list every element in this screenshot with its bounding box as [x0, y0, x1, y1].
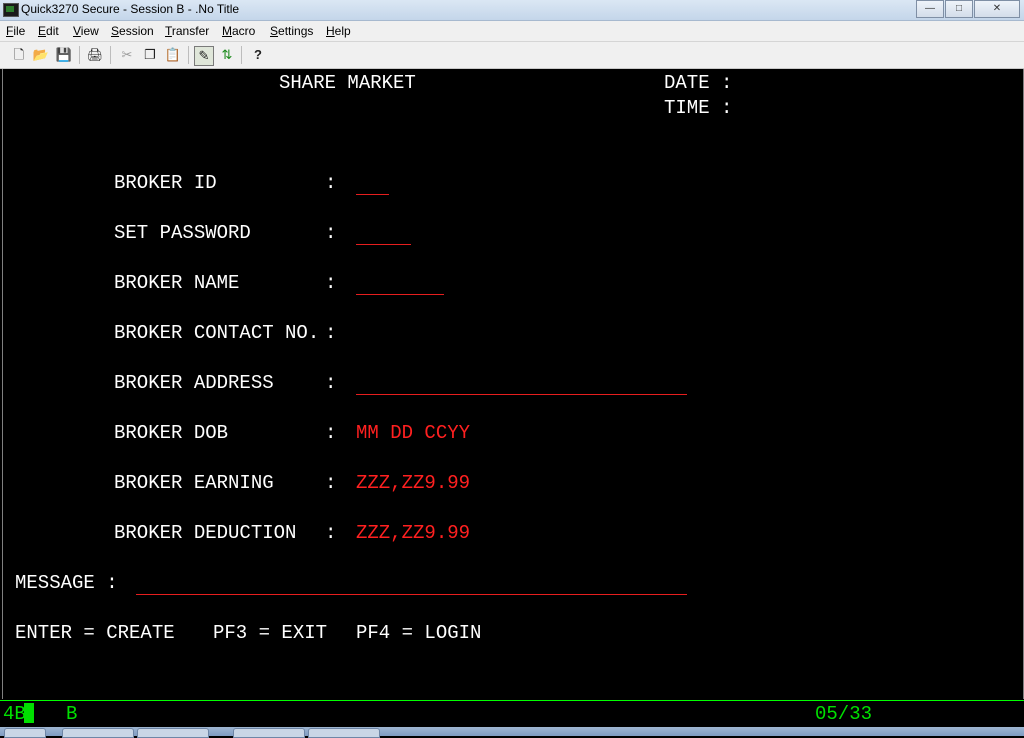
broker-contact-label: BROKER CONTACT NO. [114, 322, 320, 344]
taskbar [0, 727, 1024, 738]
open-icon[interactable]: 📂 [32, 46, 50, 64]
broker-earning-input[interactable]: ZZZ,ZZ9.99 [356, 471, 470, 495]
broker-earning-colon: : [325, 472, 337, 494]
menu-file[interactable]: File [6, 24, 25, 38]
restore-button[interactable]: □ [945, 0, 973, 18]
pf3-key-hint: PF3 = EXIT [213, 622, 328, 644]
session-letter: B [66, 703, 78, 725]
toolbar-separator [79, 46, 80, 64]
broker-name-input[interactable] [356, 294, 444, 295]
edit-field-icon[interactable]: ✎ [194, 46, 214, 66]
taskbar-button[interactable] [233, 728, 305, 738]
app-icon[interactable] [3, 3, 19, 17]
copy-icon[interactable]: ❐ [141, 46, 159, 64]
save-icon[interactable]: 💾 [55, 46, 73, 64]
menu-session[interactable]: Session [111, 24, 154, 38]
broker-name-colon: : [325, 272, 337, 294]
broker-address-input[interactable] [356, 394, 687, 395]
pf4-key-hint: PF4 = LOGIN [356, 622, 482, 644]
broker-dob-colon: : [325, 422, 337, 444]
print-icon[interactable]: 🖨 [86, 46, 104, 64]
cursor-position: 05/33 [815, 703, 873, 725]
taskbar-button[interactable] [308, 728, 380, 738]
session-indicator: 4B [3, 703, 26, 725]
menu-edit[interactable]: Edit [38, 24, 59, 38]
enter-key-hint: ENTER = CREATE [15, 622, 175, 644]
paste-icon[interactable]: 📋 [164, 46, 182, 64]
broker-address-label: BROKER ADDRESS [114, 372, 274, 394]
broker-id-label: BROKER ID [114, 172, 217, 194]
window-title: Quick3270 Secure - Session B - .No Title [21, 2, 240, 16]
broker-address-colon: : [325, 372, 337, 394]
transfer-icon[interactable]: ⇅ [218, 46, 236, 64]
broker-deduction-label: BROKER DEDUCTION [114, 522, 297, 544]
window-controls: — □ ✕ [915, 0, 1020, 18]
menu-view[interactable]: View [73, 24, 99, 38]
menu-macro[interactable]: Macro [222, 24, 255, 38]
toolbar-separator [110, 46, 111, 64]
broker-id-input[interactable] [356, 194, 389, 195]
cut-icon[interactable]: ✂ [118, 46, 136, 64]
screen-title: SHARE MARKET [279, 72, 416, 94]
date-label: DATE : [664, 72, 733, 94]
close-button[interactable]: ✕ [974, 0, 1020, 18]
broker-id-colon: : [325, 172, 337, 194]
help-icon[interactable]: ? [249, 46, 267, 64]
cursor-block [24, 703, 34, 723]
broker-contact-input[interactable] [356, 321, 476, 345]
menu-settings[interactable]: Settings [270, 24, 313, 38]
broker-contact-colon: : [325, 322, 337, 344]
taskbar-button[interactable] [62, 728, 134, 738]
title-bar: Quick3270 Secure - Session B - .No Title… [0, 0, 1024, 21]
message-field [136, 594, 687, 595]
terminal-screen[interactable]: SHARE MARKET DATE : TIME : BROKER ID : S… [2, 69, 1024, 699]
broker-name-label: BROKER NAME [114, 272, 240, 294]
broker-dob-label: BROKER DOB [114, 422, 229, 444]
set-password-label: SET PASSWORD [114, 222, 251, 244]
set-password-colon: : [325, 222, 337, 244]
broker-deduction-input[interactable]: ZZZ,ZZ9.99 [356, 521, 470, 545]
taskbar-start-button[interactable] [4, 728, 46, 738]
menu-bar: File Edit View Session Transfer Macro Se… [0, 21, 1024, 42]
message-label: MESSAGE : [15, 572, 118, 594]
broker-earning-label: BROKER EARNING [114, 472, 274, 494]
broker-deduction-colon: : [325, 522, 337, 544]
toolbar-separator [188, 46, 189, 64]
toolbar-separator [241, 46, 242, 64]
taskbar-button[interactable] [137, 728, 209, 738]
status-bar: 4B B 05/33 [0, 700, 1024, 727]
time-label: TIME : [664, 97, 733, 119]
toolbar: 🗋 📂 💾 🖨 ✂ ❐ 📋 ✎ ⇅ ? [0, 42, 1024, 69]
new-icon[interactable]: 🗋 [10, 46, 28, 64]
broker-dob-input[interactable]: MM DD CCYY [356, 421, 470, 445]
set-password-input[interactable] [356, 244, 411, 245]
menu-help[interactable]: Help [326, 24, 351, 38]
menu-transfer[interactable]: Transfer [165, 24, 209, 38]
minimize-button[interactable]: — [916, 0, 944, 18]
